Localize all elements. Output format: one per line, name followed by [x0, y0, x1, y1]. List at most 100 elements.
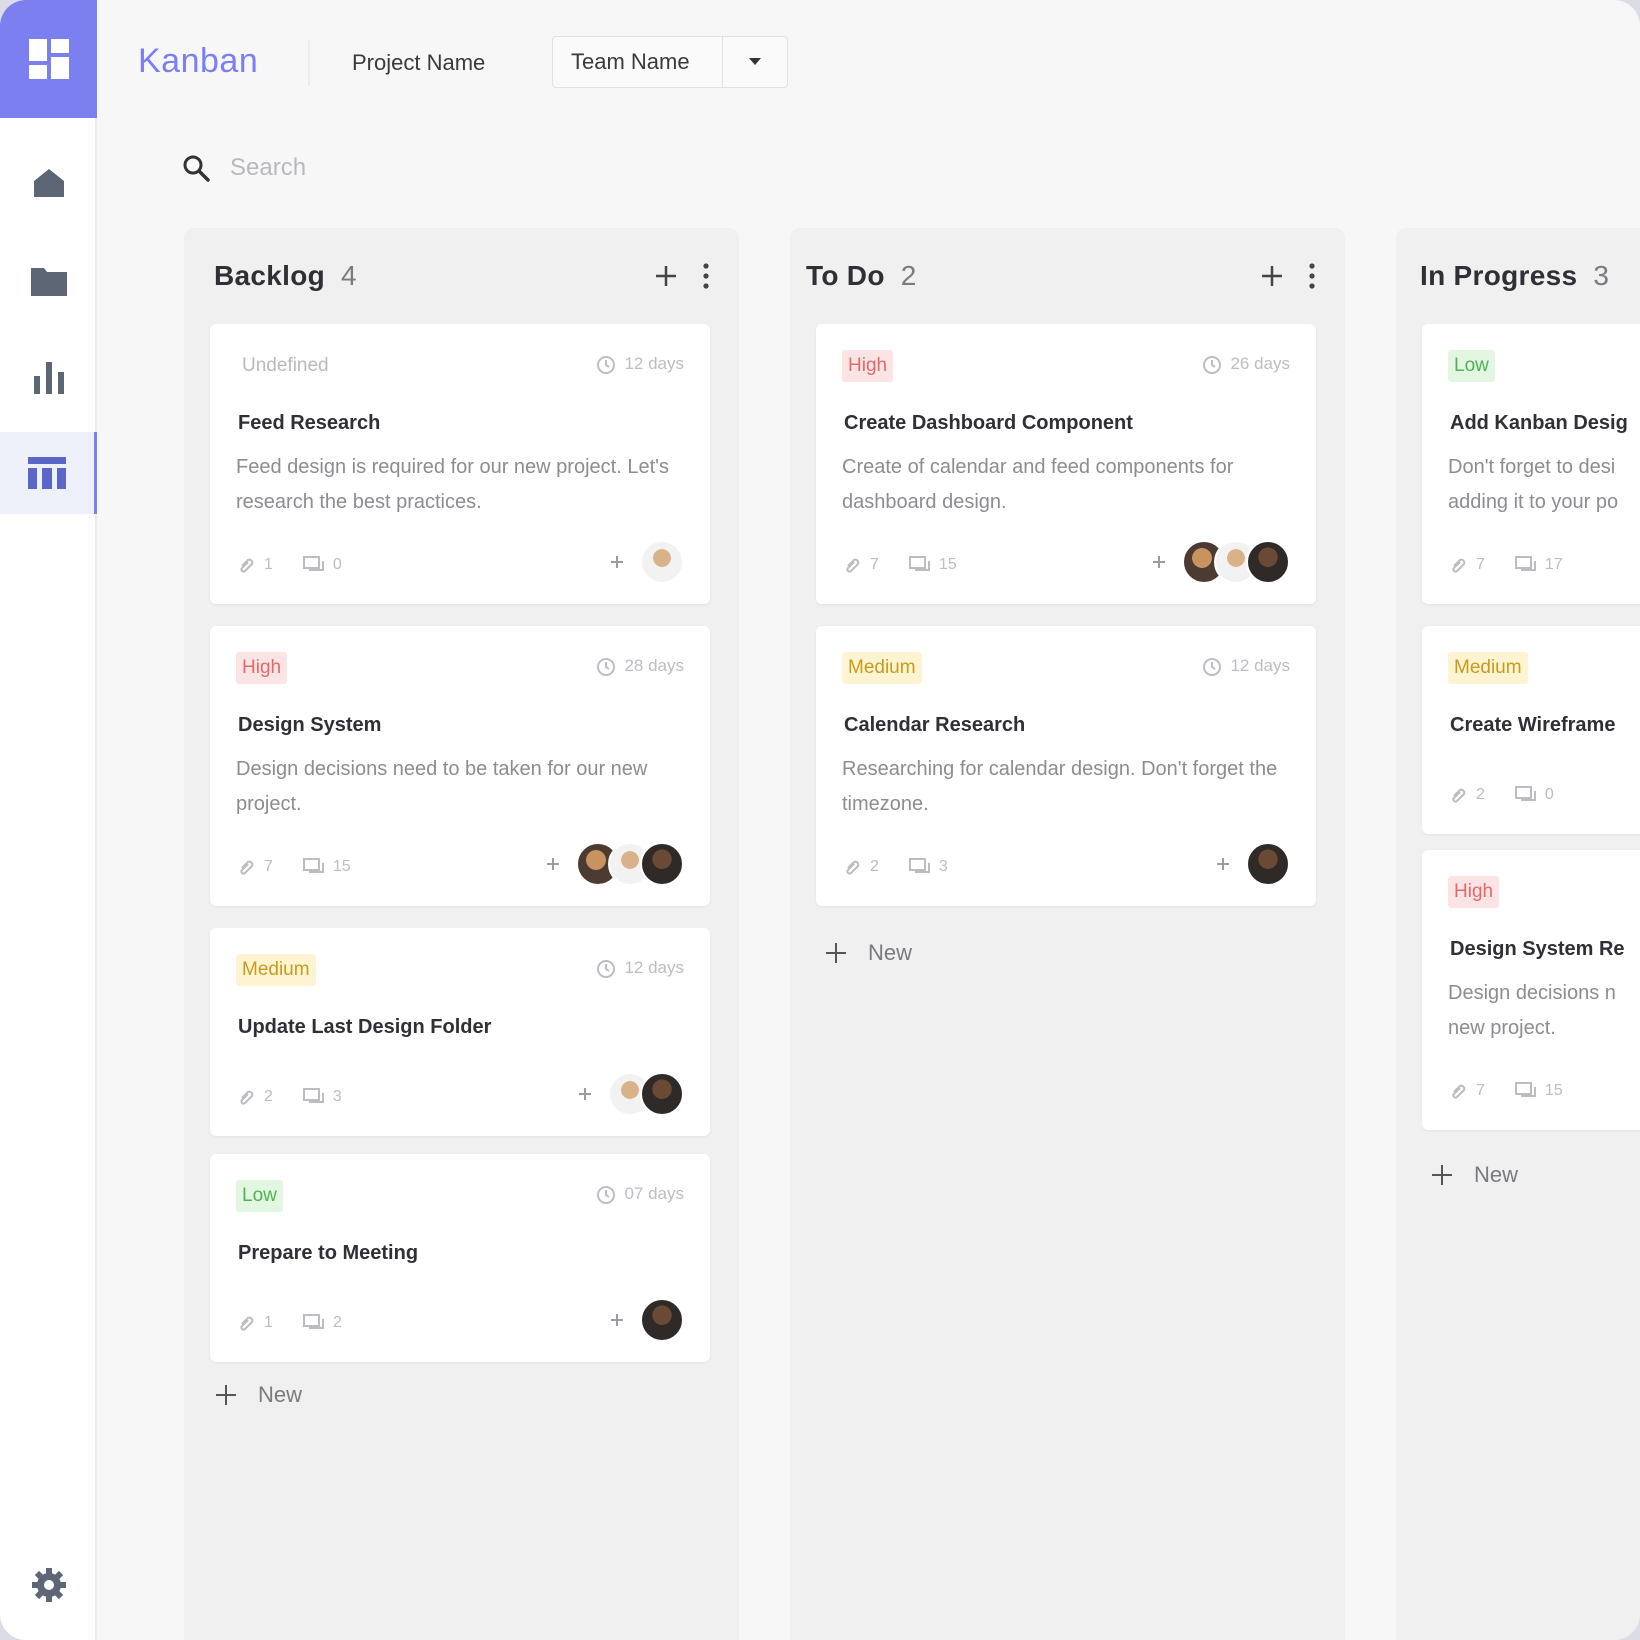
- clock-icon: [1203, 356, 1222, 374]
- add-member-icon[interactable]: [602, 1305, 632, 1335]
- more-options-icon[interactable]: [1309, 263, 1315, 289]
- avatar[interactable]: [1246, 540, 1290, 584]
- attachment-count: 2: [870, 858, 879, 875]
- column-todo: To Do 2 High 26 days Create Dashboard Co…: [790, 228, 1345, 1640]
- task-card[interactable]: Low Add Kanban Desig Don't forget to des…: [1422, 324, 1640, 604]
- clock-icon: [597, 658, 616, 676]
- new-card-button[interactable]: New: [826, 940, 912, 966]
- search-input[interactable]: [230, 154, 630, 182]
- folder-icon: [30, 268, 67, 296]
- clock-icon: [597, 356, 616, 374]
- sidebar-item-kanban[interactable]: [0, 432, 97, 514]
- attachment-count: 1: [264, 556, 273, 573]
- more-options-icon[interactable]: [703, 263, 709, 289]
- avatar[interactable]: [640, 540, 684, 584]
- new-card-label: New: [1474, 1162, 1519, 1187]
- attachment-icon: [240, 1090, 254, 1105]
- task-card[interactable]: High Design System Re Design decisions n…: [1422, 850, 1640, 1130]
- attachment-icon: [1452, 788, 1466, 803]
- sidebar-item-reports[interactable]: [0, 336, 97, 418]
- clock-icon: [597, 960, 616, 978]
- avatar[interactable]: [640, 1298, 684, 1342]
- avatar[interactable]: [640, 1072, 684, 1116]
- dashboard-logo[interactable]: [0, 0, 97, 118]
- priority-tag: High: [842, 350, 894, 382]
- card-meta: 2 3: [844, 858, 948, 876]
- task-card[interactable]: Low 07 days Prepare to Meeting 1 2: [210, 1154, 710, 1362]
- attachment-icon: [240, 558, 254, 573]
- priority-tag: Undefined: [242, 355, 329, 376]
- attachment-icon: [240, 860, 254, 875]
- board-icon: [28, 457, 66, 489]
- app-title: Kanban: [138, 42, 259, 80]
- project-name[interactable]: Project Name: [352, 50, 485, 76]
- due-date-text: 07 days: [624, 1184, 684, 1203]
- card-meta: 7 15: [238, 858, 351, 876]
- add-member-icon[interactable]: [1208, 849, 1238, 879]
- card-members: [570, 1072, 684, 1116]
- due-date-text: 28 days: [624, 656, 684, 675]
- card-title: Feed Research: [238, 412, 381, 434]
- priority-tag: High: [236, 652, 288, 684]
- sidebar-item-home[interactable]: [0, 142, 97, 224]
- new-card-button[interactable]: New: [1432, 1162, 1518, 1188]
- card-title: Add Kanban Desig: [1450, 412, 1628, 434]
- column-header: In Progress 3: [1420, 256, 1640, 296]
- card-title: Update Last Design Folder: [238, 1016, 492, 1038]
- add-member-icon[interactable]: [538, 849, 568, 879]
- task-card[interactable]: Medium Create Wireframe 2 0: [1422, 626, 1640, 834]
- comment-icon: [302, 858, 324, 873]
- clock-icon: [597, 1186, 616, 1204]
- attachment-count: 7: [1476, 556, 1485, 573]
- column-title: To Do: [806, 260, 885, 291]
- card-title: Prepare to Meeting: [238, 1242, 419, 1264]
- attachment-icon: [1452, 558, 1466, 573]
- task-card[interactable]: High 26 days Create Dashboard Component …: [816, 324, 1316, 604]
- comment-count: 15: [1544, 1082, 1563, 1099]
- chevron-down-icon[interactable]: [723, 37, 787, 87]
- card-meta: 7 15: [1450, 1082, 1563, 1100]
- card-title: Design System: [238, 714, 382, 736]
- comment-count: 2: [332, 1314, 342, 1331]
- card-description: Don't forget to desi adding it to your p…: [1448, 450, 1640, 520]
- add-member-icon[interactable]: [602, 547, 632, 577]
- card-title: Calendar Research: [844, 714, 1026, 736]
- due-date-text: 26 days: [1230, 354, 1290, 373]
- task-card[interactable]: Medium 12 days Calendar Research Researc…: [816, 626, 1316, 906]
- column-count: 2: [900, 260, 917, 291]
- card-meta: 7 17: [1450, 556, 1563, 574]
- add-member-icon[interactable]: [1144, 547, 1174, 577]
- comment-count: 15: [332, 858, 351, 875]
- task-card[interactable]: High 28 days Design System Design decisi…: [210, 626, 710, 906]
- add-card-icon[interactable]: [1261, 265, 1283, 287]
- card-meta: 1 0: [238, 556, 342, 574]
- new-card-button[interactable]: New: [216, 1382, 302, 1408]
- avatar[interactable]: [1246, 842, 1290, 886]
- attachment-icon: [1452, 1084, 1466, 1099]
- comment-icon: [302, 556, 324, 571]
- attachment-count: 7: [1476, 1082, 1485, 1099]
- attachment-icon: [240, 1316, 254, 1331]
- avatar[interactable]: [640, 842, 684, 886]
- comment-count: 3: [938, 858, 948, 875]
- due-date: 12 days: [596, 958, 684, 978]
- column-count: 4: [341, 260, 357, 291]
- card-members: [602, 540, 684, 584]
- card-description: Feed design is required for our new proj…: [236, 456, 669, 513]
- sidebar-item-projects[interactable]: [0, 240, 97, 322]
- comment-icon: [1514, 1082, 1536, 1097]
- add-member-icon[interactable]: [570, 1079, 600, 1109]
- comment-icon: [908, 858, 930, 873]
- team-select[interactable]: Team Name: [552, 36, 788, 88]
- column-header: To Do 2: [806, 256, 1315, 296]
- due-date: 12 days: [1202, 656, 1290, 676]
- task-card[interactable]: Medium 12 days Update Last Design Folder…: [210, 928, 710, 1136]
- column-backlog: Backlog 4 Undefined 12 days Feed Researc…: [184, 228, 739, 1640]
- add-card-icon[interactable]: [655, 265, 677, 287]
- card-meta: 1 2: [238, 1314, 342, 1332]
- comment-count: 3: [332, 1088, 342, 1105]
- comment-count: 15: [938, 556, 957, 573]
- task-card[interactable]: Undefined 12 days Feed Research Feed des…: [210, 324, 710, 604]
- new-card-label: New: [868, 940, 913, 965]
- sidebar-item-settings[interactable]: [0, 1544, 97, 1626]
